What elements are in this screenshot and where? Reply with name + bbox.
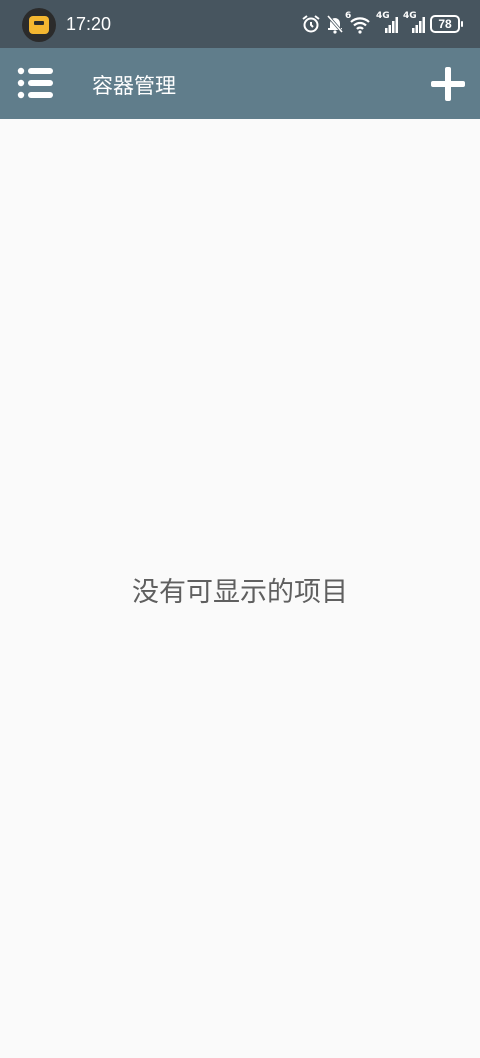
signal-icon: 4G xyxy=(376,11,398,34)
mute-bell-icon xyxy=(326,15,344,34)
network-label-2: 4G xyxy=(403,11,417,21)
plus-icon xyxy=(431,67,465,101)
app-toolbar: 容器管理 xyxy=(0,48,480,119)
alarm-icon xyxy=(302,15,320,33)
menu-button[interactable] xyxy=(14,65,56,101)
wifi-badge: 6 xyxy=(345,11,352,21)
status-bar: 17:20 6 4G 4G 78 xyxy=(0,0,480,48)
content-area: 没有可显示的项目 xyxy=(0,119,480,1058)
page-title: 容器管理 xyxy=(92,74,176,98)
network-label-1: 4G xyxy=(376,11,390,21)
status-time: 17:20 xyxy=(66,14,112,34)
list-menu-icon xyxy=(17,67,53,99)
signal-icon: 4G xyxy=(403,11,425,34)
empty-state-message: 没有可显示的项目 xyxy=(132,577,348,608)
add-container-button[interactable] xyxy=(428,64,468,104)
battery-icon: 78 xyxy=(430,15,463,33)
status-icons: 6 4G 4G 78 xyxy=(301,11,463,36)
app-badge-icon xyxy=(22,8,56,42)
battery-level: 78 xyxy=(438,17,452,31)
wifi-icon: 6 xyxy=(345,11,371,34)
